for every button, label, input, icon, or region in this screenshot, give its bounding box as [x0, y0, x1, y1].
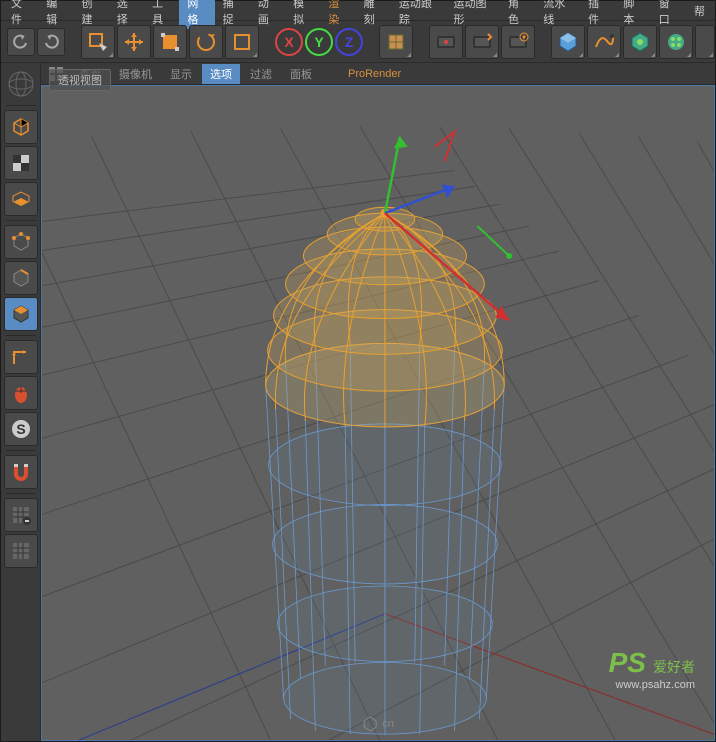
move-tool[interactable]	[117, 25, 151, 59]
view-menu-options[interactable]: 选项	[202, 64, 240, 84]
model-mode-button[interactable]	[4, 110, 38, 144]
menu-simulate[interactable]: 模拟	[285, 0, 320, 29]
render-view-button[interactable]	[429, 25, 463, 59]
watermark-sub: 爱好者	[653, 659, 695, 675]
axis-y-button[interactable]: Y	[305, 28, 333, 56]
menu-help[interactable]: 帮	[686, 1, 713, 21]
polygon-mode-button[interactable]	[4, 297, 38, 331]
viewport-label: 透视视图	[49, 69, 111, 91]
view-menu-prorender[interactable]: ProRender	[340, 66, 409, 82]
view-menu-filter[interactable]: 过滤	[242, 64, 280, 84]
scale-tool[interactable]	[153, 25, 187, 59]
texture-mode-button[interactable]	[4, 146, 38, 180]
viewport-menubar: 查看 摄像机 显示 选项 过滤 面板 ProRender	[41, 63, 715, 85]
edge-mode-button[interactable]	[4, 261, 38, 295]
snap-mode-button[interactable]: S	[4, 412, 38, 446]
viewport-area: 查看 摄像机 显示 选项 过滤 面板 ProRender	[41, 63, 715, 741]
selection-filter-button[interactable]	[4, 498, 38, 532]
coord-system-button[interactable]	[379, 25, 413, 59]
watermark-brand: PS	[609, 647, 646, 678]
axis-mode-button[interactable]	[4, 340, 38, 374]
axis-x-button[interactable]: X	[275, 28, 303, 56]
axis-z-button[interactable]: Z	[335, 28, 363, 56]
last-tool[interactable]	[225, 25, 259, 59]
mouse-mode-button[interactable]	[4, 376, 38, 410]
perspective-viewport[interactable]: cn	[41, 85, 715, 741]
palette-globe-icon[interactable]	[4, 67, 38, 101]
main-toolbar: X Y Z	[1, 21, 715, 63]
generator-button[interactable]	[623, 25, 657, 59]
more-tools-button[interactable]	[695, 25, 715, 59]
menu-file[interactable]: 文件	[3, 0, 38, 29]
point-mode-button[interactable]	[4, 225, 38, 259]
deformer-button[interactable]	[659, 25, 693, 59]
svg-text:S: S	[16, 421, 25, 437]
primitive-button[interactable]	[551, 25, 585, 59]
menu-render[interactable]: 渲染	[320, 0, 355, 29]
viewport-solo-button[interactable]	[4, 534, 38, 568]
view-menu-display[interactable]: 显示	[162, 64, 200, 84]
undo-button[interactable]	[7, 28, 35, 56]
spline-button[interactable]	[587, 25, 621, 59]
view-menu-panel[interactable]: 面板	[282, 64, 320, 84]
left-tool-palette: S	[1, 63, 41, 741]
render-region-button[interactable]	[465, 25, 499, 59]
menu-edit[interactable]: 编辑	[38, 0, 73, 29]
workplane-button[interactable]	[4, 182, 38, 216]
redo-button[interactable]	[37, 28, 65, 56]
site-watermark: PS 爱好者 www.psahz.com	[609, 647, 695, 691]
view-menu-camera[interactable]: 摄像机	[111, 64, 160, 84]
magnet-button[interactable]	[4, 455, 38, 489]
watermark-url: www.psahz.com	[609, 679, 695, 691]
viewport-scene	[42, 86, 714, 740]
main-menubar: 文件 编辑 创建 选择 工具 网格 捕捉 动画 模拟 渲染 雕刻 运动跟踪 运动…	[1, 1, 715, 21]
render-settings-button[interactable]	[501, 25, 535, 59]
rotate-tool[interactable]	[189, 25, 223, 59]
live-select-tool[interactable]	[81, 25, 115, 59]
viewport-watermark-logo: cn	[362, 716, 394, 732]
